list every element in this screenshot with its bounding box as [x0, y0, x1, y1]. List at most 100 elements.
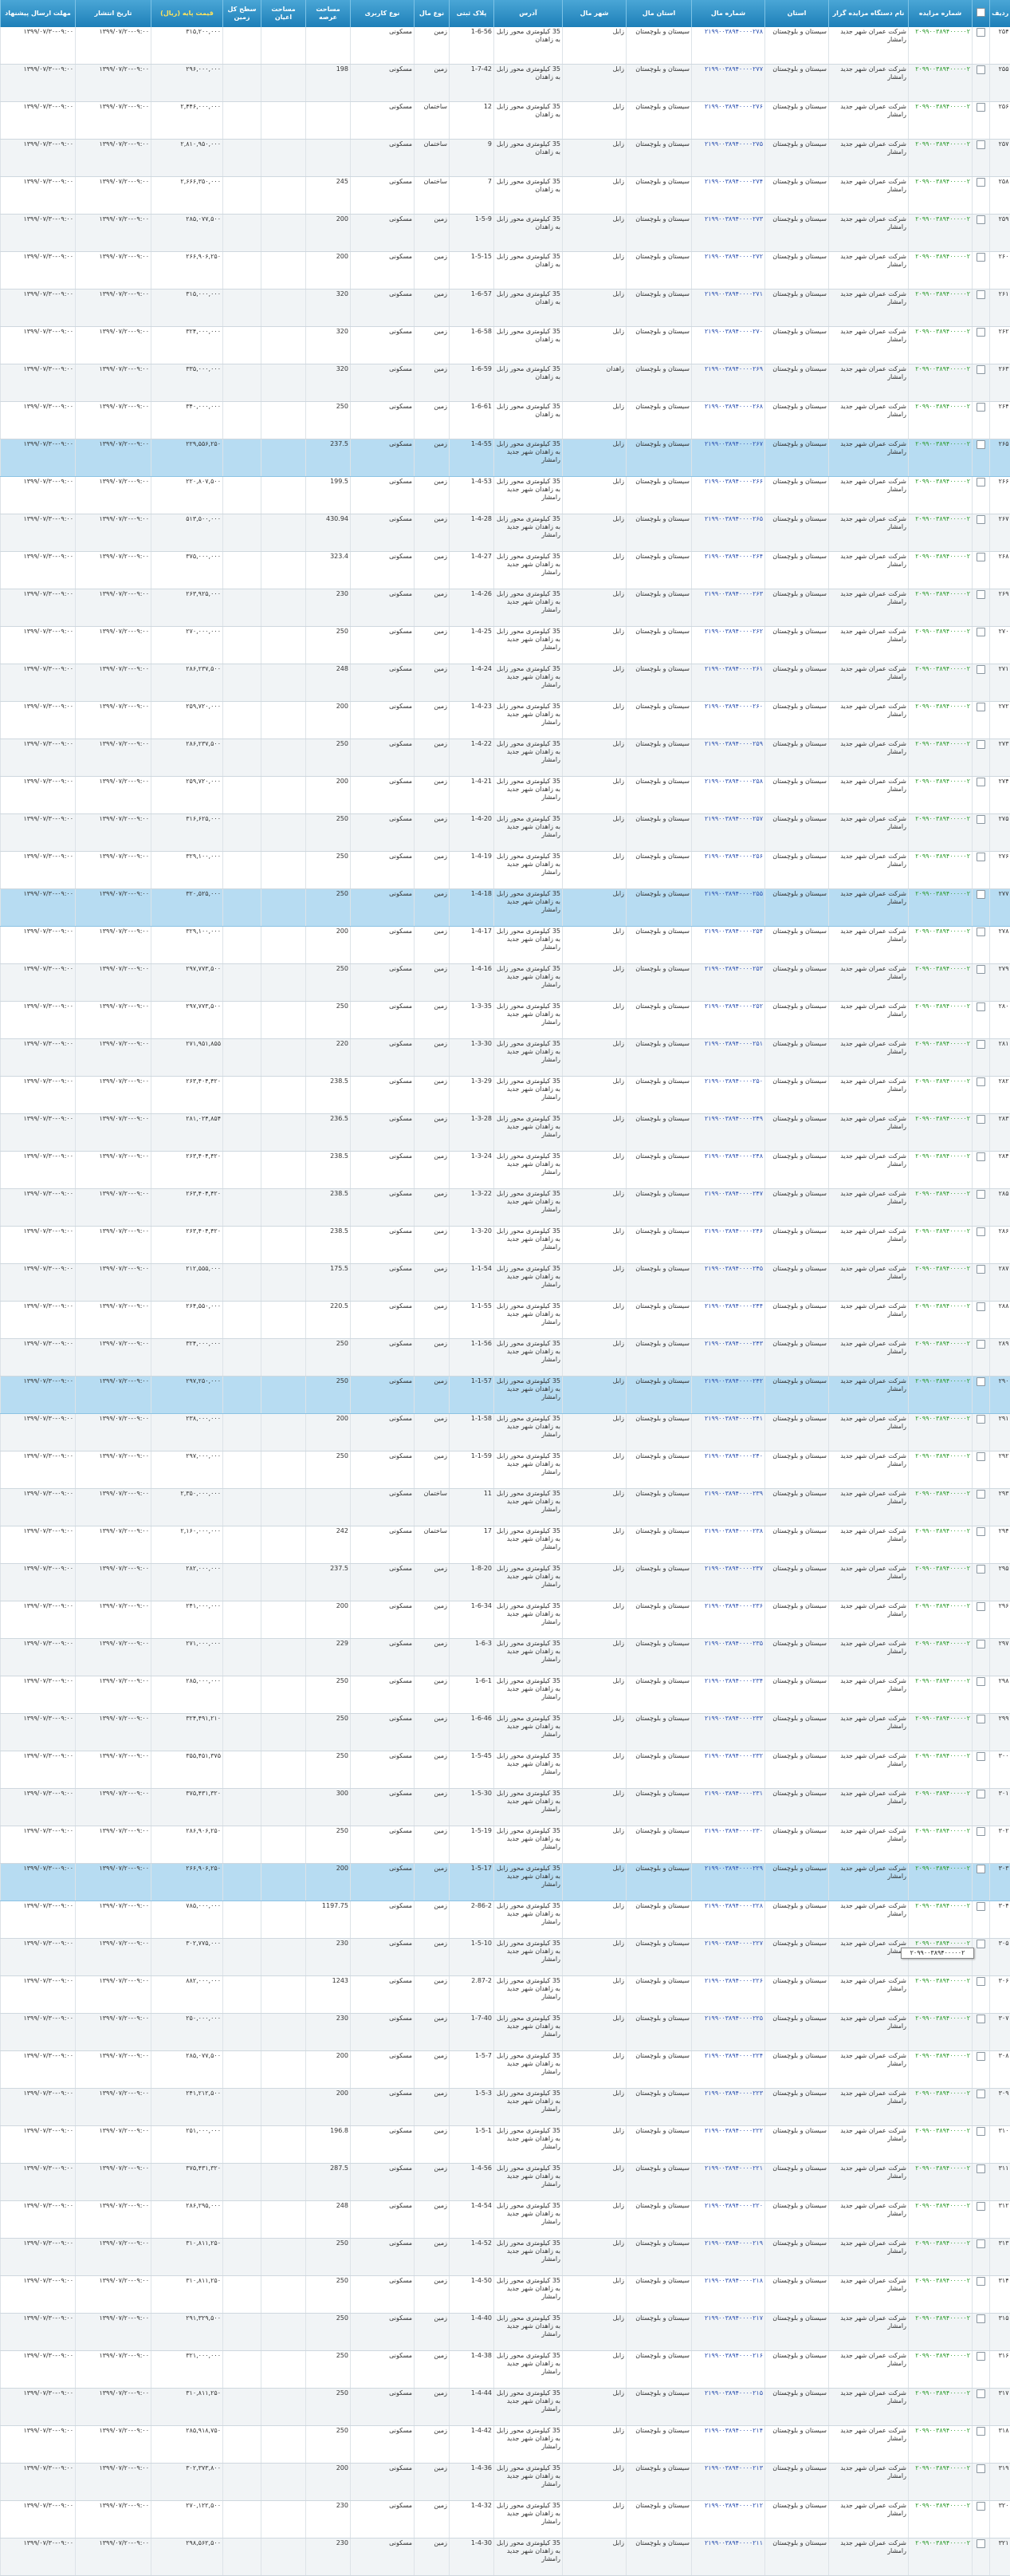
- auction-number-text[interactable]: ۲۰۹۹۰۰۳۸۹۴۰۰۰۰۰۲: [910, 665, 970, 673]
- auction-number-text[interactable]: ۲۰۹۹۰۰۳۸۹۴۰۰۰۰۰۲: [910, 1902, 970, 1910]
- auction-number[interactable]: ۲۰۹۹۰۰۳۸۹۴۰۰۰۰۰۲: [909, 1526, 973, 1564]
- item-number-text[interactable]: ۲۱۹۹۰۰۳۸۹۴۰۰۰۰۲۴۱: [694, 1415, 763, 1423]
- item-number-text[interactable]: ۲۱۹۹۰۰۳۸۹۴۰۰۰۰۲۱۱: [694, 2539, 763, 2547]
- row-checkbox[interactable]: [973, 1864, 990, 1901]
- item-number-text[interactable]: ۲۱۹۹۰۰۳۸۹۴۰۰۰۰۲۱۲: [694, 2502, 763, 2510]
- auction-number-text[interactable]: ۲۰۹۹۰۰۳۸۹۴۰۰۰۰۰۲: [910, 1715, 970, 1723]
- table-row[interactable]: ۲۵۸۲۰۹۹۰۰۳۸۹۴۰۰۰۰۰۲شرکت عمران شهر جدید ر…: [1, 177, 1010, 215]
- item-number[interactable]: ۲۱۹۹۰۰۳۸۹۴۰۰۰۰۲۳۶: [692, 1601, 765, 1639]
- row-select-checkbox[interactable]: [977, 2539, 985, 2548]
- row-checkbox[interactable]: [973, 1339, 990, 1377]
- row-select-checkbox[interactable]: [977, 1827, 985, 1836]
- item-number-text[interactable]: ۲۱۹۹۰۰۳۸۹۴۰۰۰۰۲۵۴: [694, 928, 763, 935]
- auction-number-text[interactable]: ۲۰۹۹۰۰۳۸۹۴۰۰۰۰۰۲: [910, 403, 970, 411]
- auction-number[interactable]: ۲۰۹۹۰۰۳۸۹۴۰۰۰۰۰۲: [909, 2539, 973, 2576]
- row-select-checkbox[interactable]: [977, 1040, 985, 1049]
- table-row[interactable]: ۲۸۴۲۰۹۹۰۰۳۸۹۴۰۰۰۰۰۲شرکت عمران شهر جدید ر…: [1, 1152, 1010, 1189]
- row-checkbox[interactable]: [973, 439, 990, 477]
- row-checkbox[interactable]: [973, 1714, 990, 1751]
- item-number[interactable]: ۲۱۹۹۰۰۳۸۹۴۰۰۰۰۲۳۴: [692, 1676, 765, 1714]
- item-number-text[interactable]: ۲۱۹۹۰۰۳۸۹۴۰۰۰۰۲۶۳: [694, 590, 763, 598]
- item-number-text[interactable]: ۲۱۹۹۰۰۳۸۹۴۰۰۰۰۲۱۳: [694, 2464, 763, 2472]
- row-checkbox[interactable]: [973, 702, 990, 739]
- auction-number[interactable]: ۲۰۹۹۰۰۳۸۹۴۰۰۰۰۰۲: [909, 2351, 973, 2389]
- table-row[interactable]: ۲۹۲۲۰۹۹۰۰۳۸۹۴۰۰۰۰۰۲شرکت عمران شهر جدید ر…: [1, 1451, 1010, 1489]
- col-header-organizer[interactable]: نام دستگاه مزایده گزار: [829, 0, 909, 27]
- item-number[interactable]: ۲۱۹۹۰۰۳۸۹۴۰۰۰۰۲۴۱: [692, 1414, 765, 1451]
- col-header-item-number[interactable]: شماره مال: [692, 0, 765, 27]
- item-number[interactable]: ۲۱۹۹۰۰۳۸۹۴۰۰۰۰۲۳۱: [692, 1789, 765, 1826]
- item-number-text[interactable]: ۲۱۹۹۰۰۳۸۹۴۰۰۰۰۲۶۵: [694, 515, 763, 523]
- auction-number-text[interactable]: ۲۰۹۹۰۰۳۸۹۴۰۰۰۰۰۲: [910, 2464, 970, 2472]
- item-number-text[interactable]: ۲۱۹۹۰۰۳۸۹۴۰۰۰۰۲۳۱: [694, 1790, 763, 1798]
- row-select-checkbox[interactable]: [977, 1977, 985, 1986]
- item-number-text[interactable]: ۲۱۹۹۰۰۳۸۹۴۰۰۰۰۲۷۲: [694, 253, 763, 261]
- row-select-checkbox[interactable]: [977, 28, 985, 37]
- auction-number[interactable]: ۲۰۹۹۰۰۳۸۹۴۰۰۰۰۰۲: [909, 927, 973, 964]
- auction-number-text[interactable]: ۲۰۹۹۰۰۳۸۹۴۰۰۰۰۰۲: [910, 140, 970, 148]
- item-number-text[interactable]: ۲۱۹۹۰۰۳۸۹۴۰۰۰۰۲۷۸: [694, 28, 763, 36]
- auction-number[interactable]: ۲۰۹۹۰۰۳۸۹۴۰۰۰۰۰۲: [909, 2014, 973, 2051]
- item-number[interactable]: ۲۱۹۹۰۰۳۸۹۴۰۰۰۰۲۵۷: [692, 814, 765, 852]
- auction-number[interactable]: ۲۰۹۹۰۰۳۸۹۴۰۰۰۰۰۲: [909, 364, 973, 402]
- auction-number[interactable]: ۲۰۹۹۰۰۳۸۹۴۰۰۰۰۰۲: [909, 1751, 973, 1789]
- row-select-checkbox[interactable]: [977, 1265, 985, 1274]
- item-number-text[interactable]: ۲۱۹۹۰۰۳۸۹۴۰۰۰۰۲۳۹: [694, 1490, 763, 1498]
- row-checkbox[interactable]: [973, 1264, 990, 1302]
- item-number[interactable]: ۲۱۹۹۰۰۳۸۹۴۰۰۰۰۲۱۷: [692, 2314, 765, 2351]
- auction-number-text[interactable]: ۲۰۹۹۰۰۳۸۹۴۰۰۰۰۰۲: [910, 628, 970, 636]
- auction-number[interactable]: ۲۰۹۹۰۰۳۸۹۴۰۰۰۰۰۲: [909, 1601, 973, 1639]
- item-number[interactable]: ۲۱۹۹۰۰۳۸۹۴۰۰۰۰۲۲۴: [692, 2051, 765, 2089]
- row-checkbox[interactable]: [973, 2051, 990, 2089]
- item-number[interactable]: ۲۱۹۹۰۰۳۸۹۴۰۰۰۰۲۴۴: [692, 1302, 765, 1339]
- table-row[interactable]: ۲۵۵۲۰۹۹۰۰۳۸۹۴۰۰۰۰۰۲شرکت عمران شهر جدید ر…: [1, 65, 1010, 102]
- auction-number[interactable]: ۲۰۹۹۰۰۳۸۹۴۰۰۰۰۰۲: [909, 1114, 973, 1152]
- row-select-checkbox[interactable]: [977, 1790, 985, 1798]
- row-select-checkbox[interactable]: [977, 1377, 985, 1386]
- auction-number[interactable]: ۲۰۹۹۰۰۳۸۹۴۰۰۰۰۰۲: [909, 177, 973, 215]
- item-number[interactable]: ۲۱۹۹۰۰۳۸۹۴۰۰۰۰۲۴۶: [692, 1227, 765, 1264]
- item-number-text[interactable]: ۲۱۹۹۰۰۳۸۹۴۰۰۰۰۲۲۷: [694, 1940, 763, 1948]
- row-checkbox[interactable]: [973, 664, 990, 702]
- row-select-checkbox[interactable]: [977, 1677, 985, 1686]
- item-number-text[interactable]: ۲۱۹۹۰۰۳۸۹۴۰۰۰۰۲۲۱: [694, 2164, 763, 2172]
- item-number-text[interactable]: ۲۱۹۹۰۰۳۸۹۴۰۰۰۰۲۵۱: [694, 1040, 763, 1048]
- row-select-checkbox[interactable]: [977, 2427, 985, 2436]
- item-number-text[interactable]: ۲۱۹۹۰۰۳۸۹۴۰۰۰۰۲۱۴: [694, 2427, 763, 2435]
- item-number-text[interactable]: ۲۱۹۹۰۰۳۸۹۴۰۰۰۰۲۲۳: [694, 2090, 763, 2097]
- auction-number-text[interactable]: ۲۰۹۹۰۰۳۸۹۴۰۰۰۰۰۲: [910, 290, 970, 298]
- auction-number-text[interactable]: ۲۰۹۹۰۰۳۸۹۴۰۰۰۰۰۲: [910, 478, 970, 486]
- table-row[interactable]: ۳۲۰۲۰۹۹۰۰۳۸۹۴۰۰۰۰۰۲شرکت عمران شهر جدید ر…: [1, 2501, 1010, 2539]
- item-number-text[interactable]: ۲۱۹۹۰۰۳۸۹۴۰۰۰۰۲۵۳: [694, 965, 763, 973]
- auction-number-text[interactable]: ۲۰۹۹۰۰۳۸۹۴۰۰۰۰۰۲: [910, 1190, 970, 1198]
- item-number-text[interactable]: ۲۱۹۹۰۰۳۸۹۴۰۰۰۰۲۲۲: [694, 2127, 763, 2135]
- item-number[interactable]: ۲۱۹۹۰۰۳۸۹۴۰۰۰۰۲۱۲: [692, 2501, 765, 2539]
- item-number-text[interactable]: ۲۱۹۹۰۰۳۸۹۴۰۰۰۰۲۳۵: [694, 1640, 763, 1648]
- row-checkbox[interactable]: [973, 552, 990, 589]
- row-checkbox[interactable]: [973, 2276, 990, 2314]
- item-number[interactable]: ۲۱۹۹۰۰۳۸۹۴۰۰۰۰۲۵۸: [692, 777, 765, 814]
- row-checkbox[interactable]: [973, 1526, 990, 1564]
- item-number[interactable]: ۲۱۹۹۰۰۳۸۹۴۰۰۰۰۲۳۳: [692, 1714, 765, 1751]
- item-number[interactable]: ۲۱۹۹۰۰۳۸۹۴۰۰۰۰۲۷۳: [692, 215, 765, 252]
- item-number-text[interactable]: ۲۱۹۹۰۰۳۸۹۴۰۰۰۰۲۴۵: [694, 1265, 763, 1273]
- row-checkbox[interactable]: [973, 852, 990, 889]
- table-row[interactable]: ۲۶۲۲۰۹۹۰۰۳۸۹۴۰۰۰۰۰۲شرکت عمران شهر جدید ر…: [1, 327, 1010, 364]
- item-number[interactable]: ۲۱۹۹۰۰۳۸۹۴۰۰۰۰۲۲۲: [692, 2126, 765, 2164]
- item-number[interactable]: ۲۱۹۹۰۰۳۸۹۴۰۰۰۰۲۶۳: [692, 589, 765, 627]
- table-row[interactable]: ۲۶۸۲۰۹۹۰۰۳۸۹۴۰۰۰۰۰۲شرکت عمران شهر جدید ر…: [1, 552, 1010, 589]
- auction-number[interactable]: ۲۰۹۹۰۰۳۸۹۴۰۰۰۰۰۲: [909, 439, 973, 477]
- auction-number[interactable]: ۲۰۹۹۰۰۳۸۹۴۰۰۰۰۰۲: [909, 589, 973, 627]
- auction-number-text[interactable]: ۲۰۹۹۰۰۳۸۹۴۰۰۰۰۰۲: [910, 1602, 970, 1610]
- table-row[interactable]: ۲۹۳۲۰۹۹۰۰۳۸۹۴۰۰۰۰۰۲شرکت عمران شهر جدید ر…: [1, 1489, 1010, 1526]
- item-number-text[interactable]: ۲۱۹۹۰۰۳۸۹۴۰۰۰۰۲۴۲: [694, 1377, 763, 1385]
- row-select-checkbox[interactable]: [977, 665, 985, 674]
- row-checkbox[interactable]: [973, 2201, 990, 2239]
- item-number[interactable]: ۲۱۹۹۰۰۳۸۹۴۰۰۰۰۲۴۵: [692, 1264, 765, 1302]
- table-row[interactable]: ۳۲۱۲۰۹۹۰۰۳۸۹۴۰۰۰۰۰۲شرکت عمران شهر جدید ر…: [1, 2539, 1010, 2576]
- item-number[interactable]: ۲۱۹۹۰۰۳۸۹۴۰۰۰۰۲۶۱: [692, 664, 765, 702]
- table-row[interactable]: ۳۱۳۲۰۹۹۰۰۳۸۹۴۰۰۰۰۰۲شرکت عمران شهر جدید ر…: [1, 2239, 1010, 2276]
- item-number-text[interactable]: ۲۱۹۹۰۰۳۸۹۴۰۰۰۰۲۳۶: [694, 1602, 763, 1610]
- item-number-text[interactable]: ۲۱۹۹۰۰۳۸۹۴۰۰۰۰۲۴۹: [694, 1115, 763, 1123]
- auction-number[interactable]: ۲۰۹۹۰۰۳۸۹۴۰۰۰۰۰۲: [909, 1039, 973, 1077]
